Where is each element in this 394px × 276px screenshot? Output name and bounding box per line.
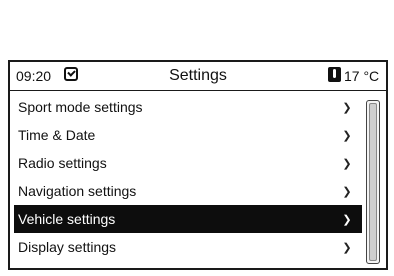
menu-item-time-date[interactable]: Time & Date ❯ (14, 121, 362, 149)
menu-item-label: Radio settings (18, 155, 107, 171)
menu-item-navigation-settings[interactable]: Navigation settings ❯ (14, 177, 362, 205)
chevron-right-icon: ❯ (342, 129, 352, 142)
menu-item-display-settings[interactable]: Display settings ❯ (14, 233, 362, 261)
chevron-right-icon: ❯ (342, 213, 352, 226)
thermometer-icon (328, 67, 341, 82)
menu-item-radio-settings[interactable]: Radio settings ❯ (14, 149, 362, 177)
menu-item-label: Display settings (18, 239, 117, 255)
outside-temperature: 17 °C (344, 68, 380, 84)
chevron-right-icon: ❯ (342, 101, 352, 114)
scrollbar-thumb[interactable] (369, 103, 377, 261)
menu-item-label: Navigation settings (18, 183, 137, 199)
menu-item-sport-mode-settings[interactable]: Sport mode settings ❯ (14, 93, 362, 121)
chevron-right-icon: ❯ (342, 185, 352, 198)
scrollbar[interactable] (366, 100, 380, 264)
chevron-right-icon: ❯ (342, 157, 352, 170)
settings-screen: 09:20 Settings 17 °C Sport mode settings… (8, 60, 388, 270)
menu-item-label: Sport mode settings (18, 99, 143, 115)
status-bar: 09:20 Settings 17 °C (10, 62, 386, 91)
menu-item-label: Vehicle settings (18, 211, 116, 227)
settings-menu-list: Sport mode settings ❯ Time & Date ❯ Radi… (14, 93, 362, 261)
chevron-right-icon: ❯ (342, 241, 352, 254)
menu-item-vehicle-settings[interactable]: Vehicle settings ❯ (14, 205, 362, 233)
menu-item-label: Time & Date (18, 127, 96, 143)
